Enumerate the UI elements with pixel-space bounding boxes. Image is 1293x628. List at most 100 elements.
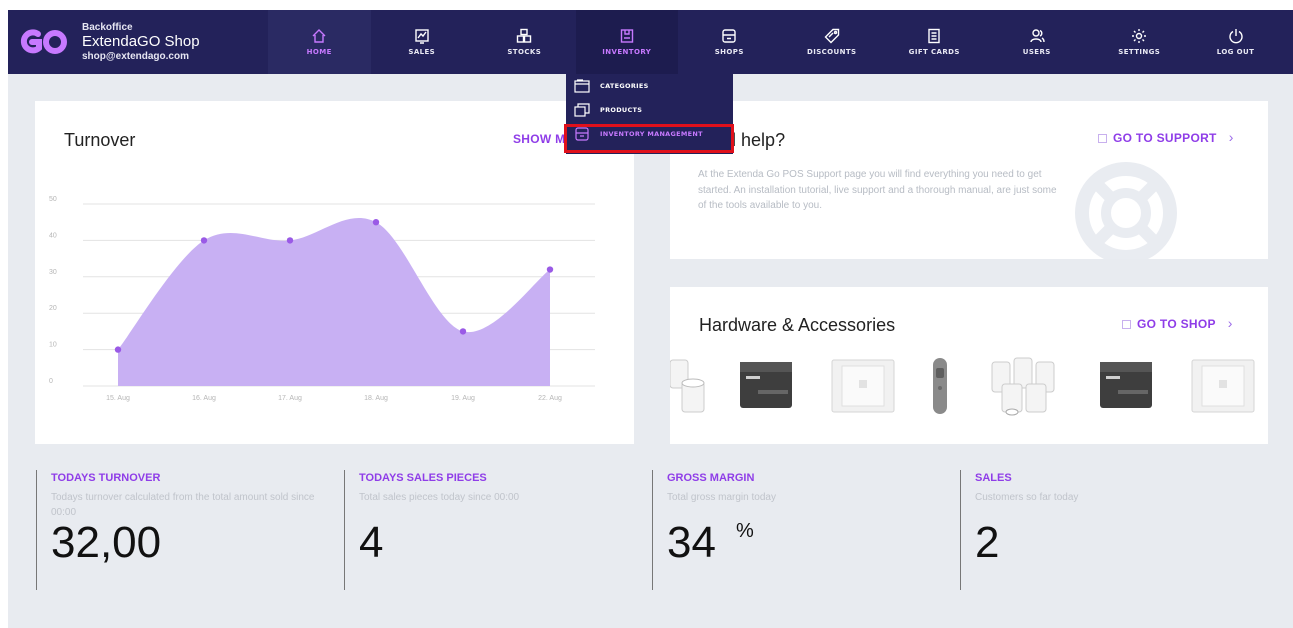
go-to-shop-label: GO TO SHOP [1137,317,1216,331]
menu-item-products[interactable]: PRODUCTS [566,98,733,122]
x-tick-label: 17. Aug [278,395,302,402]
y-tick-label: 20 [49,305,57,312]
paper-rolls-icon[interactable] [986,352,1066,422]
go-to-support-label: GO TO SUPPORT [1113,131,1217,145]
home-icon [312,29,326,43]
stat-value: 4 [359,518,383,568]
nav-sales-label: SALES [408,48,436,56]
sales-icon [415,29,429,44]
main-nav: HOME SALES STOCKS INVENTORY SHOPS DISCOU… [268,10,1293,74]
y-tick-label: 40 [49,232,57,239]
nav-inventory-label: INVENTORY [602,48,652,56]
stat-sales: SALES Customers so far today 2 [960,470,1260,590]
inventory-icon [620,29,633,43]
tablet-stand-icon[interactable] [1190,352,1256,422]
barcode-scanner-icon[interactable] [928,352,952,422]
support-description: At the Extenda Go POS Support page you w… [698,169,1057,211]
data-point [114,346,122,353]
stat-description: Total gross margin today [667,492,776,503]
stat-value: 34% [667,518,754,568]
shop-email: shop@extendago.com [82,50,189,62]
stat-number: 34 [667,518,716,567]
receipt-printer-icon[interactable] [738,352,794,422]
data-point [372,219,380,226]
stat-number: 2 [975,518,1000,567]
y-tick-label: 30 [49,269,57,276]
stat-title: GROSS MARGIN [667,472,755,484]
brand[interactable]: Backoffice ExtendaGO Shop shop@extendago… [8,10,268,74]
x-tick-label: 18. Aug [364,395,388,402]
nav-inventory[interactable]: INVENTORY [575,10,678,74]
stat-title: TODAYS SALES PIECES [359,472,487,484]
nav-home[interactable]: HOME [268,10,371,74]
stat-number: 32,00 [51,518,162,567]
stat-description: Total sales pieces today since 00:00 [359,492,520,503]
data-point [546,266,554,273]
categories-icon [574,79,590,93]
power-icon [1228,29,1243,44]
stat-number: 4 [359,518,384,567]
y-tick-label: 0 [49,378,53,385]
nav-gift-cards[interactable]: GIFT CARDS [883,10,986,74]
stat-description: Customers so far today [975,492,1079,503]
menu-item-products-label: PRODUCTS [600,106,643,114]
menu-item-categories-label: CATEGORIES [600,82,649,90]
products-icon [574,103,590,117]
discount-tag-icon [824,28,839,44]
y-tick-label: 50 [49,196,57,203]
nav-stocks[interactable]: STOCKS [473,10,576,74]
nav-home-label: HOME [306,48,332,56]
menu-item-categories[interactable]: CATEGORIES [566,74,733,98]
x-tick-label: 15. Aug [106,395,130,402]
stat-title: TODAYS TURNOVER [51,472,161,484]
chevron-right-icon: › [1228,129,1234,145]
nav-stocks-label: STOCKS [507,48,542,56]
stocks-icon [517,28,532,43]
nav-users[interactable]: USERS [986,10,1089,74]
stat-value: 32,00 [51,518,161,568]
hardware-title: Hardware & Accessories [699,315,896,335]
support-card: eed help? GO TO SUPPORT › At the Extenda … [670,101,1268,259]
tablet-stand-icon[interactable] [830,352,896,422]
stat-unit: % [735,520,754,542]
nav-settings[interactable]: SETTINGS [1088,10,1191,74]
shop-name: ExtendaGO Shop [82,33,200,51]
nav-settings-label: SETTINGS [1118,48,1161,56]
stat-title: SALES [975,472,1012,484]
go-to-support-link[interactable]: GO TO SUPPORT › [1098,129,1234,145]
turnover-card: Turnover SHOW MO 0 10 20 30 40 50 15. Aug 16. A… [35,101,634,444]
chevron-right-icon: › [1227,315,1233,331]
gift-card-icon [928,28,940,44]
top-navigation-bar: Backoffice ExtendaGO Shop shop@extendago… [8,10,1293,74]
external-link-icon [1098,134,1107,144]
lifebuoy-icon [1075,162,1177,259]
nav-sales[interactable]: SALES [371,10,474,74]
users-icon [1030,29,1045,43]
nav-log-out[interactable]: LOG OUT [1191,10,1281,74]
stat-todays-sales-pieces: TODAYS SALES PIECES Total sales pieces t… [344,470,644,590]
nav-discounts[interactable]: DISCOUNTS [781,10,884,74]
brand-section-label: Backoffice [82,21,133,33]
nav-shops-label: SHOPS [714,48,744,56]
nav-gift-cards-label: GIFT CARDS [908,48,960,56]
stat-description: Todays turnover calculated from the tota… [51,492,315,518]
paper-rolls-icon[interactable] [670,352,710,422]
nav-discounts-label: DISCOUNTS [806,48,857,56]
receipt-printer-icon[interactable] [1098,352,1154,422]
highlight-box [564,124,734,153]
gear-icon [1132,29,1147,43]
data-point [200,237,208,244]
extendago-logo-icon [20,29,67,54]
external-link-icon [1122,320,1131,330]
x-tick-label: 22. Aug [538,395,562,402]
nav-shops[interactable]: SHOPS [678,10,781,74]
nav-log-out-label: LOG OUT [1216,48,1255,56]
turnover-chart: 0 10 20 30 40 50 15. Aug 16. Aug 17. Aug 18. Aug 1… [49,196,595,402]
data-point [459,328,467,335]
stat-gross-margin: GROSS MARGIN Total gross margin today 34… [652,470,952,590]
stat-todays-turnover: TODAYS TURNOVER Todays turnover calculat… [36,470,336,590]
go-to-shop-link[interactable]: GO TO SHOP › [1122,315,1233,331]
nav-users-label: USERS [1022,48,1051,56]
shops-icon [722,29,736,43]
stat-value: 2 [975,518,999,568]
